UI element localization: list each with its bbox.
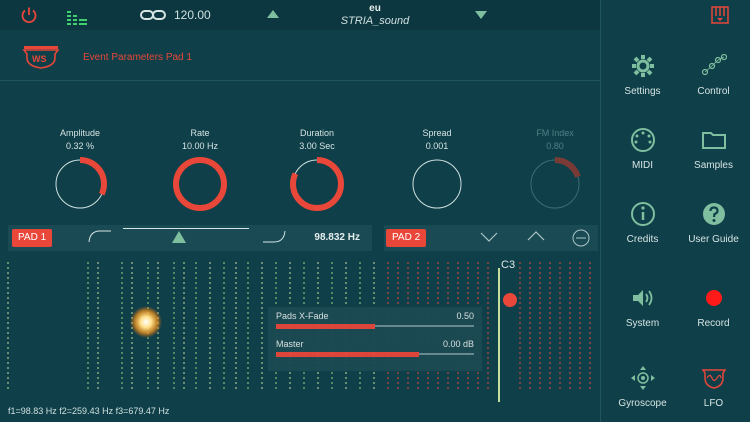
keyboard-icon[interactable] bbox=[711, 6, 729, 24]
gear-icon bbox=[631, 55, 654, 77]
pad2-bar: PAD 2 bbox=[384, 225, 598, 251]
power-icon[interactable] bbox=[20, 6, 38, 24]
panel-item-system[interactable]: System bbox=[605, 284, 680, 329]
preset-name[interactable]: STRIA_sound bbox=[300, 15, 450, 27]
knob-dial[interactable] bbox=[172, 156, 228, 212]
panel-item-settings[interactable]: Settings bbox=[605, 52, 680, 97]
frequency-readout: f1=98.83 Hz f2=259.43 Hz f3=679.47 Hz bbox=[8, 406, 170, 416]
record-icon bbox=[705, 290, 722, 306]
envelope-slider-track bbox=[123, 228, 249, 229]
preset-next-button[interactable] bbox=[475, 11, 487, 19]
panel-item-midi[interactable]: MIDI bbox=[605, 126, 680, 171]
logo-text: WS bbox=[32, 54, 47, 64]
note-label: C3 bbox=[501, 259, 516, 271]
knob-value: 0.80 bbox=[546, 141, 564, 151]
link-icon[interactable] bbox=[140, 9, 166, 21]
side-panel: Settings Control MIDI Samples Credits User Gu… bbox=[600, 0, 750, 422]
knob-label: Amplitude bbox=[59, 128, 101, 138]
mixer-panel: Pads X-Fade 0.50 Master 0.00 dB bbox=[268, 307, 482, 371]
panel-item-label: LFO bbox=[703, 398, 724, 409]
knob-value: 0.32 % bbox=[65, 141, 95, 151]
chevron-down-icon[interactable] bbox=[480, 231, 498, 243]
knob-label: FM Index bbox=[536, 128, 574, 138]
knob-dial[interactable] bbox=[289, 156, 345, 212]
chevron-up-icon[interactable] bbox=[527, 230, 545, 242]
knob-fm-index[interactable]: FM Index 0.80 bbox=[510, 128, 600, 212]
knob-label: Rate bbox=[190, 128, 210, 138]
knob-spread[interactable]: Spread 0.001 bbox=[392, 128, 482, 212]
pad2-button[interactable]: PAD 2 bbox=[386, 229, 427, 247]
panel-item-label: MIDI bbox=[631, 160, 654, 171]
pad2-touch-point bbox=[503, 293, 517, 307]
knob-label: Duration bbox=[299, 128, 335, 138]
crossfade-fill bbox=[276, 324, 375, 329]
info-icon bbox=[630, 202, 655, 226]
panel-item-label: Samples bbox=[694, 160, 733, 171]
remove-icon[interactable] bbox=[571, 228, 591, 248]
top-bar: 120.00 eu STRIA_sound bbox=[0, 0, 600, 30]
tempo-value[interactable]: 120.00 bbox=[174, 8, 211, 22]
master-fill bbox=[276, 352, 419, 357]
pad1-frequency: 98.832 Hz bbox=[314, 232, 360, 243]
release-curve-icon[interactable] bbox=[262, 229, 286, 243]
panel-item-label: Record bbox=[697, 318, 730, 329]
knob-value: 0.001 bbox=[425, 141, 449, 151]
level-bars-icon[interactable] bbox=[67, 11, 87, 25]
knob-value: 10.00 Hz bbox=[181, 141, 219, 151]
panel-item-label: Credits bbox=[626, 234, 659, 245]
midi-icon bbox=[630, 128, 655, 152]
pad1-touch-point bbox=[130, 306, 162, 338]
panel-item-control[interactable]: Control bbox=[676, 52, 750, 97]
help-icon bbox=[702, 203, 725, 225]
knob-level-arc bbox=[173, 157, 227, 211]
knob-ring bbox=[412, 159, 462, 209]
master-label: Master bbox=[276, 339, 304, 349]
app-root: 120.00 eu STRIA_sound WS Event Parameter… bbox=[0, 0, 750, 422]
knob-dial[interactable] bbox=[409, 156, 465, 212]
preset-bank: eu bbox=[369, 3, 381, 14]
panel-item-label: User Guide bbox=[688, 234, 739, 245]
knob-value: 3.00 Sec bbox=[299, 141, 335, 151]
panel-item-user-guide[interactable]: User Guide bbox=[676, 200, 750, 245]
speaker-icon bbox=[632, 290, 652, 306]
divider bbox=[0, 80, 600, 81]
knob-dial[interactable] bbox=[52, 156, 108, 212]
envelope-slider-handle[interactable] bbox=[171, 230, 187, 244]
knob-rate[interactable]: Rate 10.00 Hz bbox=[155, 128, 245, 212]
knob-label: Spread bbox=[422, 128, 452, 138]
panel-item-label: System bbox=[625, 318, 660, 329]
ws-logo: WS bbox=[22, 44, 60, 70]
attack-curve-icon[interactable] bbox=[88, 229, 112, 243]
master-value: 0.00 dB bbox=[442, 339, 474, 349]
panel-item-gyroscope[interactable]: Gyroscope bbox=[605, 364, 680, 409]
gyroscope-icon bbox=[630, 366, 655, 390]
crossfade-label: Pads X-Fade bbox=[276, 311, 329, 321]
folder-icon bbox=[701, 132, 726, 149]
panel-item-samples[interactable]: Samples bbox=[676, 126, 750, 171]
pad1-bar: PAD 1 98.832 Hz bbox=[8, 225, 372, 251]
panel-item-lfo[interactable]: LFO bbox=[676, 364, 750, 409]
knob-amplitude[interactable]: Amplitude 0.32 % bbox=[35, 128, 125, 212]
knob-duration[interactable]: Duration 3.00 Sec bbox=[272, 128, 362, 212]
panel-item-record[interactable]: Record bbox=[676, 284, 750, 329]
knob-dial[interactable] bbox=[527, 156, 583, 212]
page-title: Event Parameters Pad 1 bbox=[83, 52, 192, 63]
panel-item-credits[interactable]: Credits bbox=[605, 200, 680, 245]
preset-previous-button[interactable] bbox=[267, 10, 279, 18]
control-icon bbox=[701, 53, 727, 76]
pad1-button[interactable]: PAD 1 bbox=[12, 229, 53, 247]
crossfade-value: 0.50 bbox=[456, 311, 474, 321]
panel-item-label: Settings bbox=[624, 86, 661, 97]
panel-item-label: Control bbox=[697, 86, 730, 97]
lfo-icon bbox=[701, 369, 726, 389]
panel-item-label: Gyroscope bbox=[618, 398, 667, 409]
